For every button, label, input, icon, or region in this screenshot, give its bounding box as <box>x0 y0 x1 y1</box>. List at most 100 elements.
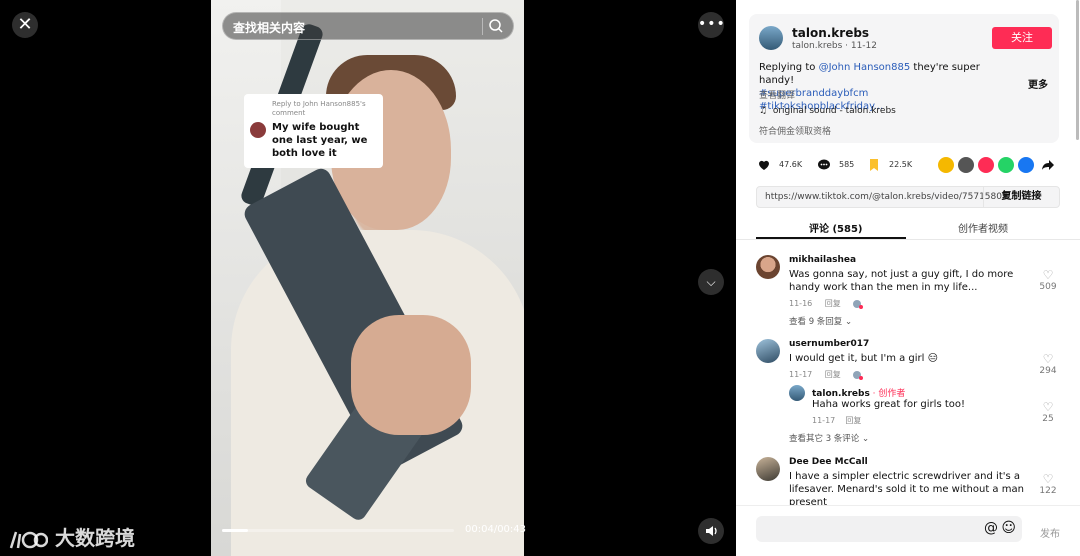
reply-reply-button[interactable]: 回复 <box>845 416 861 425</box>
reply-comment-sticker: Reply to John Hanson885's comment My wif… <box>244 94 383 168</box>
heart-outline-icon: ♡ <box>1042 472 1054 486</box>
view-more-comments-link[interactable]: 查看其它 3 条评论 ⌄ <box>789 432 869 444</box>
comment-date: 11-16 <box>789 299 813 308</box>
tab-creator-videos[interactable]: 创作者视频 <box>958 220 1008 235</box>
chevron-down-icon[interactable]: ⌵ <box>698 269 724 295</box>
reply-avatar[interactable] <box>789 385 805 401</box>
comment-meta: 11-17 回复 <box>789 369 871 380</box>
side-panel: talon.krebs talon.krebs · 11-12 关注 Reply… <box>736 0 1080 556</box>
heart-outline-icon: ♡ <box>1042 400 1054 414</box>
author-meta: talon.krebs · 11-12 <box>792 41 878 51</box>
mention-link[interactable]: @John Hanson885 <box>819 62 911 73</box>
commission-eligible-tag: 符合佣金领取资格 <box>759 127 832 137</box>
comment-text: Was gonna say, not just a guy gift, I do… <box>789 269 1014 293</box>
repost-icon[interactable] <box>938 157 954 173</box>
comment-like-count: 122 <box>1039 486 1057 496</box>
search-icon[interactable] <box>488 18 504 34</box>
comment-avatar[interactable] <box>756 457 780 481</box>
music-note-icon: ♫ <box>759 106 768 116</box>
send-icon[interactable] <box>978 157 994 173</box>
emoji-icon[interactable]: ☺ <box>1001 520 1016 536</box>
like-count: 47.6K <box>779 160 803 169</box>
comment-avatar[interactable] <box>756 339 780 363</box>
save-count: 22.5K <box>889 160 913 169</box>
video-frame[interactable]: W <box>211 0 524 556</box>
comment-count: 585 <box>839 160 855 169</box>
watermark-text: 大数跨境 <box>54 526 135 550</box>
comment-stat[interactable]: 585 <box>817 155 854 175</box>
reply-prefix: Replying to <box>759 62 819 73</box>
reply-sticker-title: Reply to John Hanson885's comment <box>272 100 366 117</box>
post-button[interactable]: 发布 <box>1040 525 1060 540</box>
reply-button[interactable]: 回复 <box>825 299 841 308</box>
speaker-icon <box>706 526 717 536</box>
facebook-icon[interactable] <box>1018 157 1034 173</box>
reply-date: 11-17 <box>812 416 836 425</box>
reply-sticker-avatar <box>250 122 266 138</box>
sound-link[interactable]: ♫ original sound - talon.krebs <box>759 106 896 116</box>
embed-icon[interactable] <box>958 157 974 173</box>
like-stat[interactable]: 47.6K <box>757 155 802 175</box>
more-options-icon[interactable]: ••• <box>698 12 725 38</box>
share-icon[interactable] <box>1041 158 1055 172</box>
watermark-icon <box>9 531 49 548</box>
sound-name: original sound - talon.krebs <box>772 106 896 116</box>
search-placeholder: 查找相关内容 <box>233 21 306 35</box>
search-input[interactable]: 查找相关内容 <box>222 12 514 40</box>
comment-date: 11-17 <box>789 370 813 379</box>
reply-button[interactable]: 回复 <box>825 370 841 379</box>
comment-author[interactable]: Dee Dee McCall <box>789 457 868 467</box>
comment-author[interactable]: usernumber017 <box>789 339 869 349</box>
comment-icon <box>818 159 830 169</box>
translate-link[interactable]: 查看翻译 <box>759 88 795 101</box>
comment-like-count: 294 <box>1039 366 1057 376</box>
comment-meta: 11-16 回复 <box>789 298 871 309</box>
comment-like[interactable]: ♡ 509 <box>1036 268 1060 293</box>
video-time: 00:04/00:43 <box>465 524 527 535</box>
mention-icon[interactable]: @ <box>984 520 998 536</box>
author-username[interactable]: talon.krebs <box>792 26 869 40</box>
comment-input[interactable]: @ ☺ <box>756 516 1022 542</box>
author-card: talon.krebs talon.krebs · 11-12 关注 Reply… <box>749 14 1059 143</box>
reply-sticker-text: My wife bought one last year, we both lo… <box>272 122 368 159</box>
heart-outline-icon: ♡ <box>1042 268 1054 282</box>
comment-like[interactable]: ♡ 294 <box>1036 353 1060 377</box>
tiktok-video-page: W ✕ 查找相关内容 ••• Reply to John Hanson885's… <box>0 0 1080 556</box>
share-url: https://www.tiktok.com/@talon.krebs/vide… <box>765 192 1017 202</box>
creator-liked-icon <box>853 370 864 380</box>
author-avatar[interactable] <box>759 26 783 50</box>
comment-author[interactable]: mikhailashea <box>789 255 856 265</box>
comment-composer: @ ☺ 发布 <box>736 505 1080 556</box>
comment-text: I have a simpler electric screwdriver an… <box>789 471 1024 505</box>
share-link-box: https://www.tiktok.com/@talon.krebs/vide… <box>756 186 1060 208</box>
watermark-logo: 大数跨境 <box>8 522 135 552</box>
bookmark-icon <box>870 158 878 171</box>
creator-liked-icon <box>853 299 864 309</box>
more-link[interactable]: 更多 <box>1028 76 1048 91</box>
reply-meta: 11-17 回复 <box>812 415 861 426</box>
comment-like-count: 509 <box>1039 282 1057 292</box>
tab-comments[interactable]: 评论 (585) <box>809 220 863 235</box>
heart-icon <box>759 160 769 170</box>
nested-reply: talon.krebs · 创作者 Haha works great for g… <box>789 385 1059 429</box>
save-stat[interactable]: 22.5K <box>867 155 912 175</box>
comment-list[interactable]: mikhailashea Was gonna say, not just a g… <box>736 241 1080 505</box>
comment-tabs: 评论 (585) 创作者视频 <box>736 214 1080 240</box>
engagement-stats: 47.6K 585 22.5K <box>757 155 1067 175</box>
comment-avatar[interactable] <box>756 255 780 279</box>
scrollbar[interactable] <box>1076 0 1079 140</box>
whatsapp-icon[interactable] <box>998 157 1014 173</box>
volume-icon[interactable] <box>698 518 724 544</box>
reply-like[interactable]: ♡ 25 <box>1036 400 1060 425</box>
video-progress-bar[interactable] <box>222 529 454 532</box>
reply-author[interactable]: talon.krebs <box>812 389 870 399</box>
creator-tag: · 创作者 <box>869 389 906 399</box>
follow-button[interactable]: 关注 <box>992 27 1052 49</box>
reply-author-line: talon.krebs · 创作者 <box>812 386 905 399</box>
copy-link-button[interactable]: 复制链接 <box>983 187 1059 207</box>
view-replies-link[interactable]: 查看 9 条回复 ⌄ <box>789 315 852 327</box>
comment-like[interactable]: ♡ 122 <box>1036 472 1060 497</box>
search-divider <box>482 18 483 35</box>
video-pane: W ✕ 查找相关内容 ••• Reply to John Hanson885's… <box>0 0 736 556</box>
close-icon[interactable]: ✕ <box>12 12 38 38</box>
